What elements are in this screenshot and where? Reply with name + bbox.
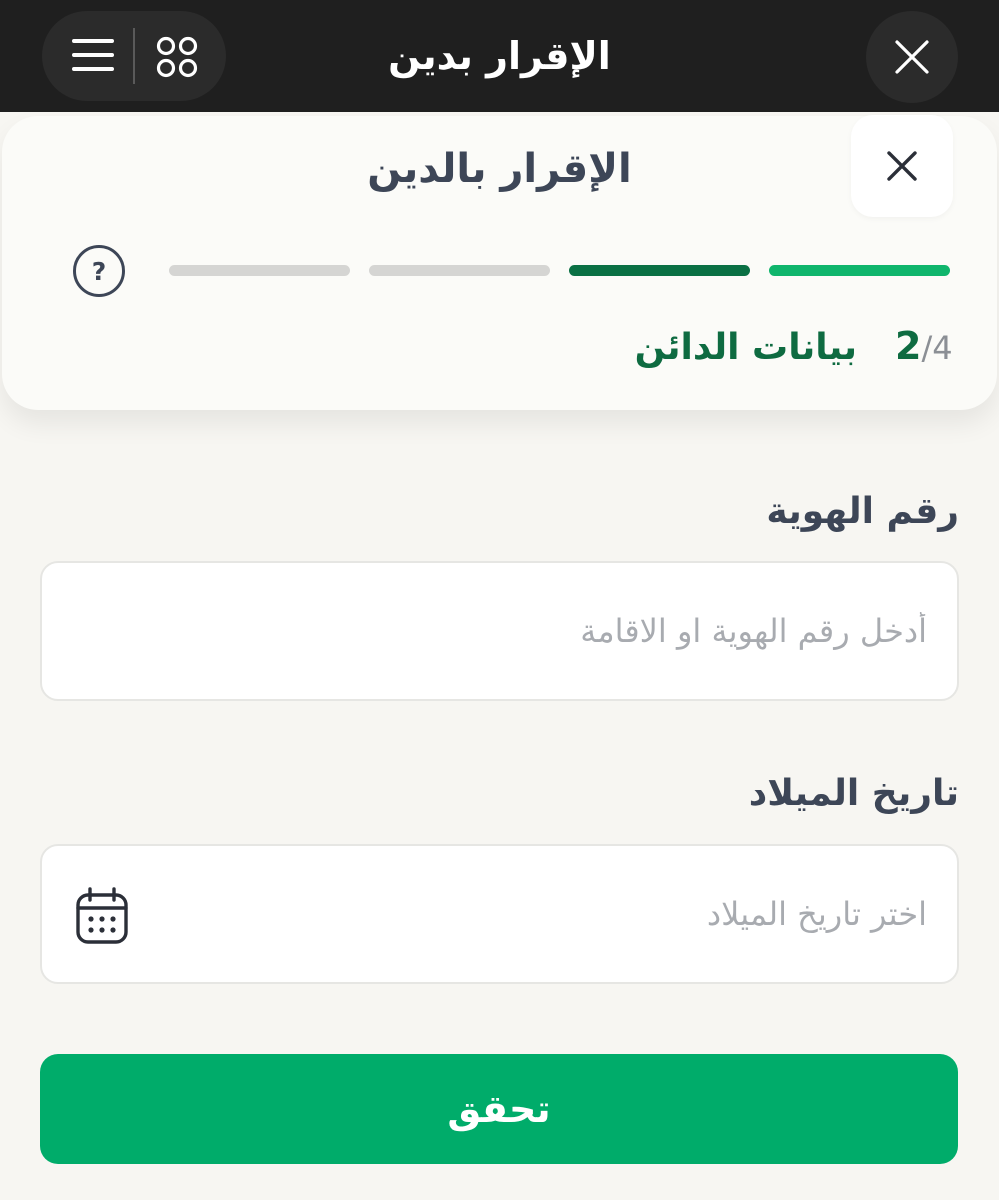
id-number-label: رقم الهوية xyxy=(766,491,959,532)
step-separator: / xyxy=(921,329,933,367)
help-circle-icon[interactable]: ? xyxy=(72,244,126,298)
close-icon xyxy=(895,40,929,74)
id-number-field[interactable] xyxy=(40,561,959,701)
app-actions-pill xyxy=(42,11,226,101)
step-counter: 2/4 xyxy=(895,321,959,379)
id-number-input[interactable] xyxy=(42,563,957,699)
close-form-button[interactable] xyxy=(851,115,953,217)
apps-grid-icon[interactable] xyxy=(155,35,199,79)
progress-step-3 xyxy=(369,265,550,276)
close-icon xyxy=(887,151,917,181)
pill-divider xyxy=(133,28,135,84)
progress-step-2 xyxy=(569,265,750,276)
hamburger-menu-icon[interactable] xyxy=(72,37,114,73)
birth-date-input[interactable] xyxy=(42,846,957,982)
top-app-bar: الإقرار بدين xyxy=(0,0,999,112)
progress-step-1 xyxy=(769,265,950,276)
progress-step-4 xyxy=(169,265,350,276)
current-step-number: 2 xyxy=(895,324,922,368)
step-title: بيانات الدائن xyxy=(634,327,857,368)
page-title: الإقرار بالدين xyxy=(367,146,632,192)
svg-text:?: ? xyxy=(92,257,107,286)
birth-date-field[interactable] xyxy=(40,844,959,984)
total-steps-number: 4 xyxy=(932,329,953,367)
calendar-icon[interactable] xyxy=(74,886,130,946)
verify-button[interactable]: تحقق xyxy=(40,1054,958,1164)
birth-date-label: تاريخ الميلاد xyxy=(748,773,959,814)
app-close-button[interactable] xyxy=(866,11,958,103)
